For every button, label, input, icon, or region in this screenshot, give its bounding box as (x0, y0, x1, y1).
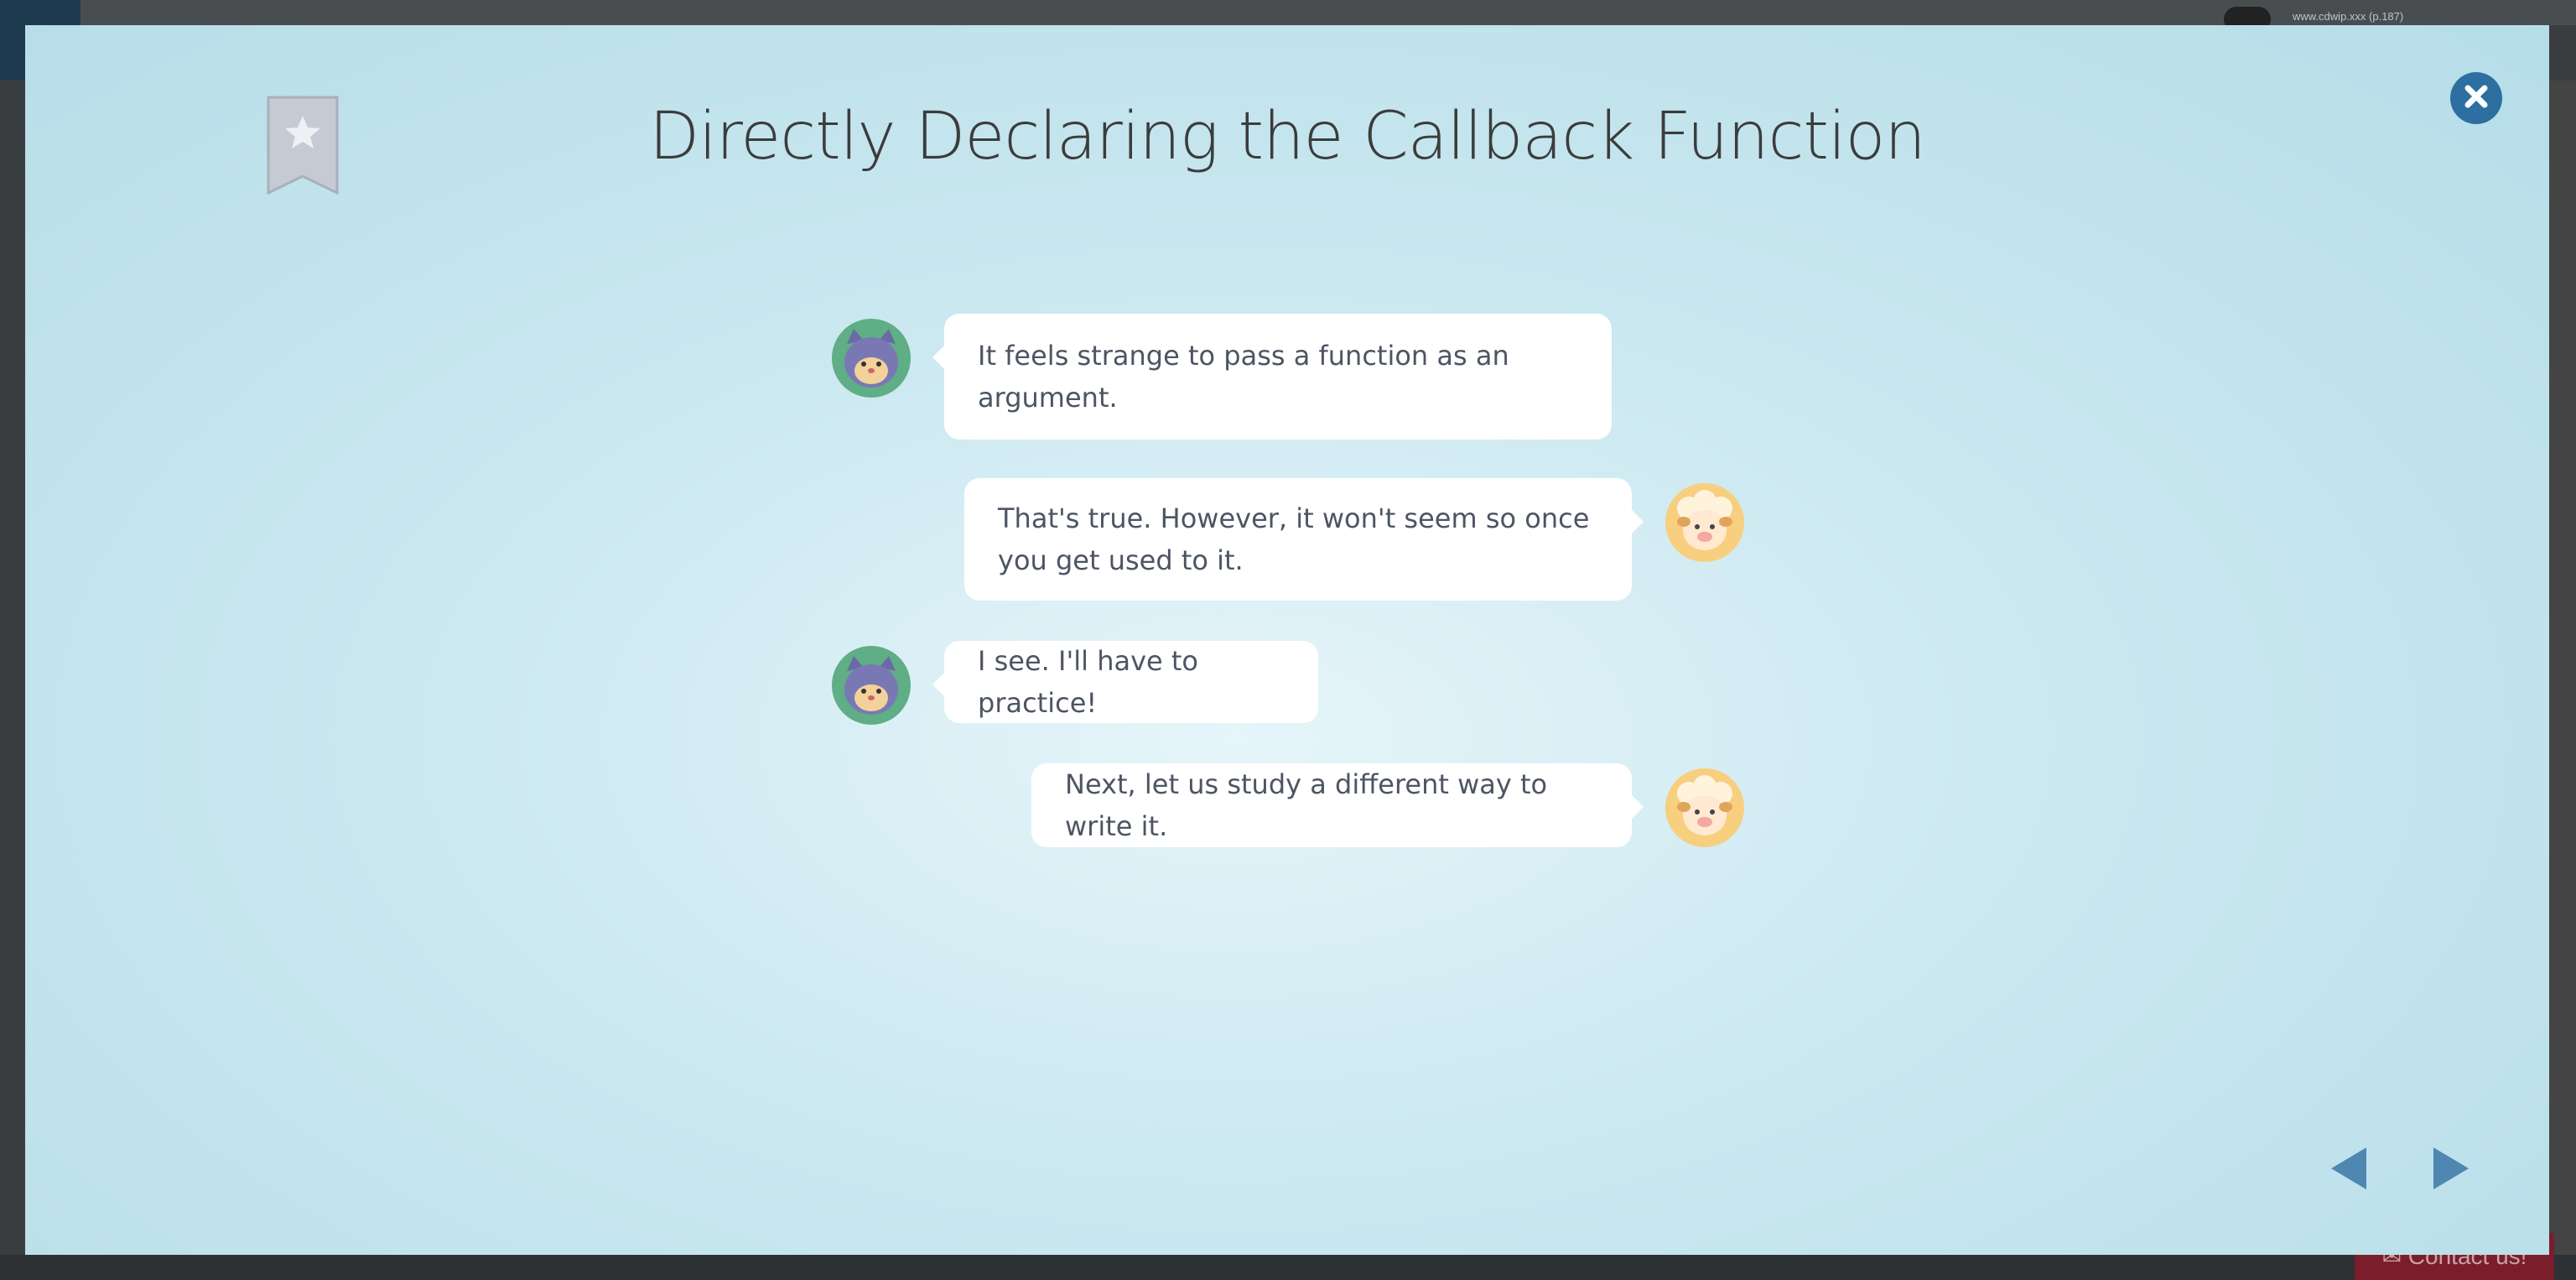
close-icon (2464, 84, 2489, 112)
chat-bubble: Next, let us study a different way to wr… (1031, 763, 1644, 847)
chat-bubble: That's true. However, it won't seem so o… (964, 478, 1644, 601)
close-button[interactable] (2450, 72, 2502, 124)
next-button[interactable] (2422, 1139, 2480, 1198)
message-text: That's true. However, it won't seem so o… (998, 502, 1590, 576)
message-text: It feels strange to pass a function as a… (978, 340, 1509, 414)
cat-avatar (832, 646, 911, 725)
triangle-right-icon (2422, 1147, 2480, 1201)
previous-button[interactable] (2319, 1139, 2378, 1198)
background-scrollbar (2549, 81, 2576, 1255)
cat-avatar (832, 319, 911, 398)
background-url-text: www.cdwip.xxx (p.187) (2293, 10, 2404, 23)
background-topbar (0, 0, 2576, 25)
sheep-avatar (1665, 483, 1744, 562)
triangle-left-icon (2319, 1147, 2378, 1201)
chat-bubble: I see. I'll have to practice! (932, 641, 1318, 723)
message-text: I see. I'll have to practice! (978, 645, 1198, 719)
sheep-avatar (1665, 768, 1744, 847)
page-title: Directly Declaring the Callback Function (649, 99, 1926, 174)
message-text: Next, let us study a different way to wr… (1065, 768, 1548, 842)
chat-bubble: It feels strange to pass a function as a… (932, 314, 1612, 440)
lesson-modal: Directly Declaring the Callback Function… (25, 25, 2549, 1255)
background-bottom-bar (0, 1255, 2576, 1280)
